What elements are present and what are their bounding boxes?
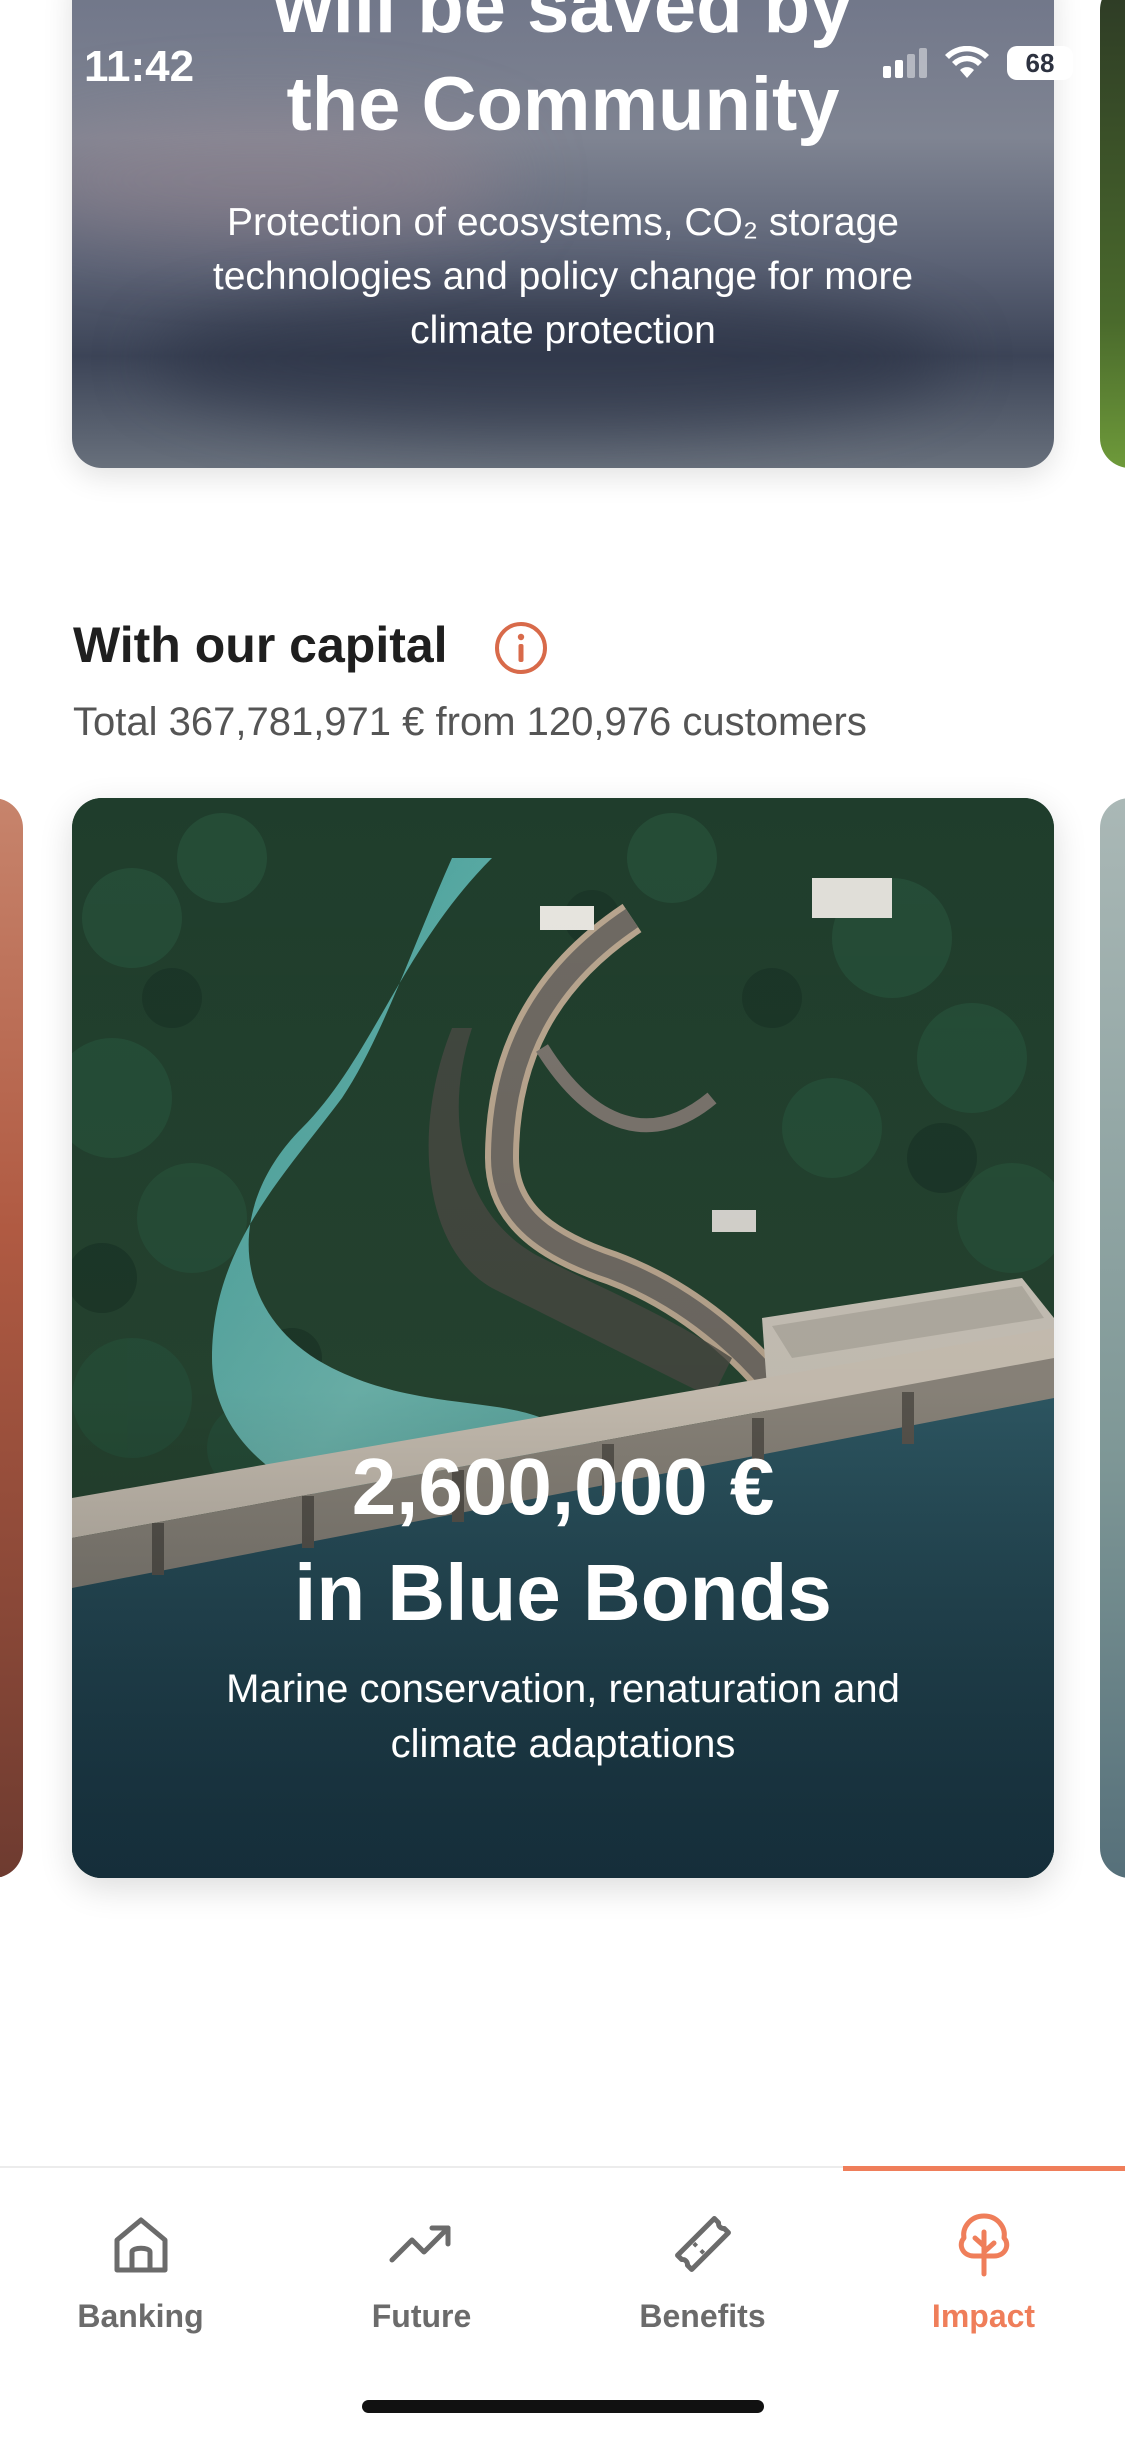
tab-bar: Banking Future Benefits Impact	[0, 2166, 1125, 2438]
capital-summary: Total 367,781,971 € from 120,976 custome…	[73, 700, 867, 744]
wifi-icon	[945, 46, 989, 78]
tree-icon	[958, 2213, 1009, 2277]
previous-card-peek[interactable]	[0, 798, 23, 1878]
status-time: 11:42	[84, 42, 195, 91]
tab-banking[interactable]: Banking	[0, 2208, 281, 2335]
tab-impact[interactable]: Impact	[843, 2208, 1124, 2335]
blue-bonds-title: 2,600,000 € in Blue Bonds	[72, 1434, 1054, 1646]
community-card-subtitle: Protection of ecosystems, CO₂ storage te…	[212, 201, 914, 352]
next-capital-card-peek[interactable]	[1100, 798, 1125, 1878]
status-icons: 68	[883, 46, 1073, 80]
blue-bonds-label: in Blue Bonds	[294, 1548, 832, 1637]
info-icon[interactable]	[493, 620, 549, 676]
tab-benefits[interactable]: Benefits	[562, 2208, 843, 2335]
blue-bonds-card[interactable]: 2,600,000 € in Blue Bonds Marine conserv…	[72, 798, 1054, 1878]
blue-bonds-amount: 2,600,000 €	[351, 1442, 775, 1531]
home-icon	[114, 2217, 167, 2273]
trend-up-icon	[389, 2225, 450, 2263]
status-bar: 11:42 68	[0, 0, 1125, 140]
ticket-icon	[674, 2216, 731, 2272]
active-tab-indicator	[843, 2166, 1125, 2171]
home-indicator[interactable]	[362, 2400, 764, 2413]
battery-indicator: 68	[1007, 46, 1073, 80]
tab-future[interactable]: Future	[281, 2208, 562, 2335]
blue-bonds-subtitle: Marine conservation, renaturation and cl…	[226, 1667, 900, 1766]
section-title: With our capital	[73, 617, 448, 673]
cellular-signal-icon	[883, 48, 927, 78]
